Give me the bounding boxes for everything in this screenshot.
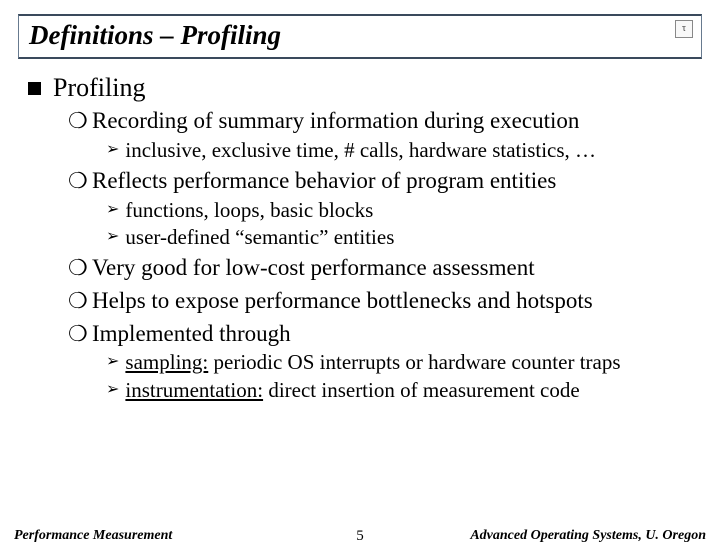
list-item: ➢ inclusive, exclusive time, # calls, ha… (106, 138, 692, 163)
arrow-bullet-icon: ➢ (106, 378, 119, 402)
list-item: ➢ sampling: periodic OS interrupts or ha… (106, 350, 692, 375)
footer: Performance Measurement 5 Advanced Opera… (0, 528, 720, 544)
heading-text: Profiling (53, 73, 145, 103)
subitem-rest: periodic OS interrupts or hardware count… (208, 350, 620, 374)
underlined-term: sampling: (125, 350, 208, 374)
subitem-text: user-defined “semantic” entities (125, 225, 394, 250)
list-item: ❍ Very good for low-cost performance ass… (68, 254, 692, 283)
subitem-text: inclusive, exclusive time, # calls, hard… (125, 138, 596, 163)
item-text: Implemented through (92, 320, 291, 349)
subitem-text: instrumentation: direct insertion of mea… (125, 378, 579, 403)
circle-bullet-icon: ❍ (68, 254, 82, 282)
square-bullet-icon (28, 82, 41, 95)
item-text: Reflects performance behavior of program… (92, 167, 556, 196)
arrow-bullet-icon: ➢ (106, 138, 119, 162)
subitem-text: sampling: periodic OS interrupts or hard… (125, 350, 620, 375)
list-item: ❍ Recording of summary information durin… (68, 107, 692, 136)
slide-title: Definitions – Profiling (29, 20, 281, 50)
list-item: ➢ instrumentation: direct insertion of m… (106, 378, 692, 403)
circle-bullet-icon: ❍ (68, 107, 82, 135)
list-item: ❍ Reflects performance behavior of progr… (68, 167, 692, 196)
item-text: Recording of summary information during … (92, 107, 579, 136)
underlined-term: instrumentation: (125, 378, 263, 402)
item-text: Helps to expose performance bottlenecks … (92, 287, 593, 316)
footer-right: Advanced Operating Systems, U. Oregon (470, 528, 706, 544)
item-text: Very good for low-cost performance asses… (92, 254, 535, 283)
list-item: Profiling (28, 73, 692, 103)
arrow-bullet-icon: ➢ (106, 225, 119, 249)
list-item: ➢ functions, loops, basic blocks (106, 198, 692, 223)
slide-content: Profiling ❍ Recording of summary informa… (0, 59, 720, 403)
list-item: ➢ user-defined “semantic” entities (106, 225, 692, 250)
circle-bullet-icon: ❍ (68, 320, 82, 348)
slide-number: 5 (356, 528, 364, 545)
circle-bullet-icon: ❍ (68, 287, 82, 315)
subitem-rest: direct insertion of measurement code (263, 378, 580, 402)
arrow-bullet-icon: ➢ (106, 350, 119, 374)
tau-logo-icon: τ (675, 20, 693, 38)
title-bar: Definitions – Profiling τ (18, 14, 702, 59)
list-item: ❍ Implemented through (68, 320, 692, 349)
footer-left: Performance Measurement (14, 528, 172, 544)
circle-bullet-icon: ❍ (68, 167, 82, 195)
subitem-text: functions, loops, basic blocks (125, 198, 373, 223)
arrow-bullet-icon: ➢ (106, 198, 119, 222)
list-item: ❍ Helps to expose performance bottleneck… (68, 287, 692, 316)
